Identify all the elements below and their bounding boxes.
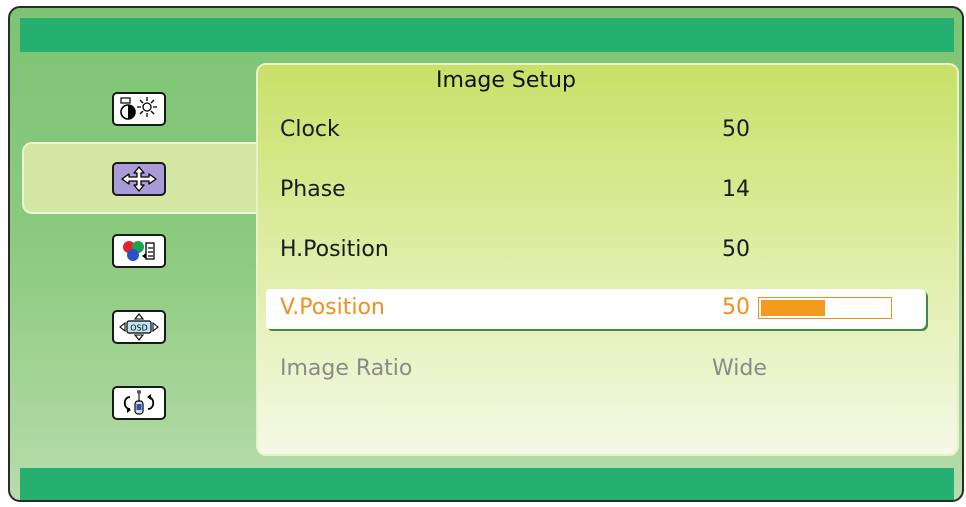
panel-title: Image Setup — [436, 68, 576, 93]
menu-item-phase[interactable]: Phase 14 — [266, 171, 926, 211]
menu-item-label: H.Position — [280, 237, 389, 262]
v-position-slider[interactable] — [758, 297, 892, 319]
move-arrows-icon — [121, 166, 157, 192]
reset-icon — [123, 390, 155, 415]
menu-item-value: 50 — [722, 295, 750, 320]
menu-item-label: Phase — [280, 177, 346, 202]
sidebar-item-reset[interactable] — [112, 386, 166, 420]
sidebar-item-osd[interactable]: OSD — [112, 310, 166, 344]
menu-item-image-ratio: Image Ratio Wide — [266, 350, 926, 390]
menu-item-value: 50 — [722, 237, 750, 262]
sidebar-item-picture[interactable] — [112, 92, 166, 126]
menu-item-label: Image Ratio — [280, 356, 413, 381]
menu-item-clock[interactable]: Clock 50 — [266, 111, 926, 151]
osd-position-icon: OSD — [119, 313, 159, 341]
top-bar — [20, 18, 954, 52]
slider-fill — [761, 300, 825, 316]
brightness-contrast-icon — [120, 97, 157, 120]
menu-item-label: V.Position — [280, 295, 385, 320]
menu-item-value: Wide — [712, 356, 767, 381]
menu-item-value: 50 — [722, 117, 750, 142]
svg-text:OSD: OSD — [130, 324, 148, 333]
menu-item-v-position[interactable]: V.Position 50 — [266, 289, 926, 329]
sidebar-item-color[interactable] — [112, 234, 166, 268]
sidebar-item-image-setup[interactable] — [112, 162, 166, 196]
menu-item-h-position[interactable]: H.Position 50 — [266, 231, 926, 271]
menu-item-value: 14 — [722, 177, 750, 202]
color-adjust-icon — [123, 241, 155, 261]
menu-item-label: Clock — [280, 117, 340, 142]
bottom-bar — [20, 468, 954, 500]
